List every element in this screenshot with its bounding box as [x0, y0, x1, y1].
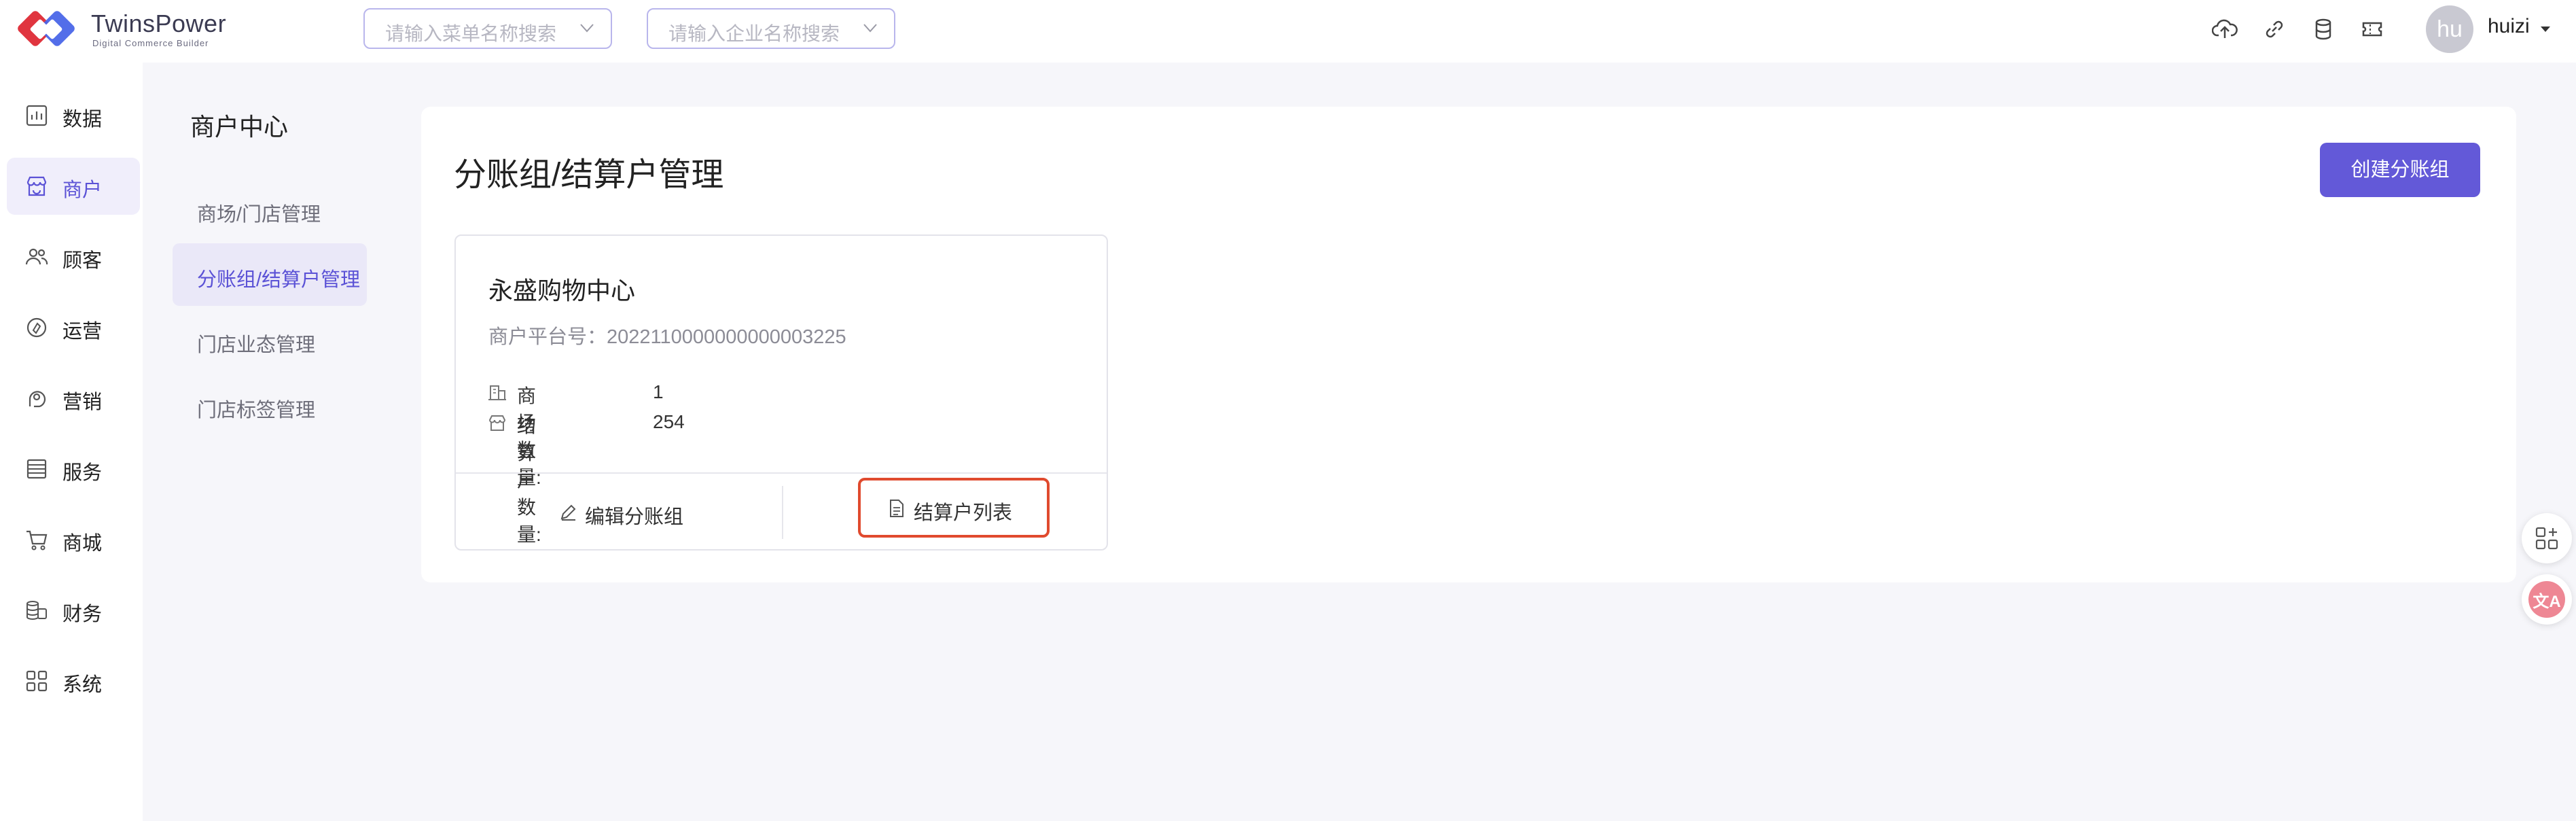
logo-mark-icon [18, 11, 75, 46]
cloud-upload-icon[interactable] [2212, 16, 2238, 42]
document-icon [890, 500, 904, 517]
brand-tagline: Digital Commerce Builder [92, 38, 209, 48]
avatar[interactable]: hu [2426, 5, 2473, 53]
sub-menu-title: 商户中心 [190, 113, 289, 141]
main-panel: 分账组/结算户管理 创建分账组 永盛购物中心 商户平台号：20221100000… [421, 107, 2516, 582]
nav-label: 财务 [62, 604, 103, 625]
action-divider [782, 486, 783, 539]
nav-label: 运营 [62, 321, 103, 343]
menu-search-input[interactable]: 请输入菜单名称搜索 [363, 8, 612, 49]
sub-item-mall-store[interactable]: 商场/门店管理 [173, 178, 367, 241]
nav-item-data[interactable]: 数据 [7, 87, 140, 144]
nav-item-operations[interactable]: 运营 [7, 299, 140, 356]
card-name: 永盛购物中心 [488, 277, 636, 304]
building-icon [488, 385, 506, 400]
stat-value: 1 [653, 381, 664, 402]
apps-add-button[interactable] [2522, 513, 2572, 563]
sub-item-business-format[interactable]: 门店业态管理 [173, 309, 367, 371]
nav-item-finance[interactable]: 财务 [7, 582, 140, 639]
chevron-down-icon [863, 24, 877, 33]
stat-value: 254 [653, 411, 685, 432]
top-bar: TwinsPower Digital Commerce Builder 请输入菜… [0, 0, 2576, 63]
nav-label: 数据 [62, 109, 103, 130]
apps-add-icon [2535, 527, 2558, 550]
shop-icon [26, 176, 47, 196]
sub-item-label: 门店标签管理 [197, 400, 316, 421]
page-title: 分账组/结算户管理 [454, 157, 724, 193]
ticket-icon[interactable] [2359, 16, 2385, 42]
merchant-platform-id: 商户平台号：2022110000000000003225 [488, 326, 846, 348]
chevron-down-icon [580, 24, 594, 33]
edit-icon [560, 504, 576, 521]
username[interactable]: huizi [2488, 15, 2530, 38]
settlement-list-button[interactable]: 结算户列表 [858, 478, 1050, 538]
nav-label: 顾客 [62, 250, 103, 272]
nav-item-marketing[interactable]: 营销 [7, 370, 140, 427]
nav-item-mall[interactable]: 商城 [7, 511, 140, 568]
service-icon [26, 459, 47, 479]
nav-label: 商户 [62, 179, 103, 201]
translate-icon-glyph: 文A [2533, 593, 2561, 611]
operations-icon [26, 317, 47, 338]
edit-split-group-button[interactable]: 编辑分账组 [456, 474, 782, 551]
company-search-placeholder: 请输入企业名称搜索 [668, 23, 840, 44]
edit-split-group-label: 编辑分账组 [585, 506, 684, 528]
logo[interactable]: TwinsPower Digital Commerce Builder [15, 4, 232, 58]
menu-search-placeholder: 请输入菜单名称搜索 [385, 23, 557, 44]
nav-label: 商城 [62, 533, 103, 555]
left-nav: 数据 商户 顾客 运营 营销 服务 商城 财务 系统 [0, 63, 143, 821]
nav-label: 营销 [62, 391, 103, 413]
grid-icon [26, 670, 48, 692]
nav-item-system[interactable]: 系统 [7, 652, 140, 710]
caret-down-icon[interactable] [2539, 24, 2552, 34]
settlement-list-label: 结算户列表 [914, 502, 1013, 524]
nav-item-service[interactable]: 服务 [7, 440, 140, 497]
link-icon[interactable] [2261, 16, 2287, 42]
sub-item-split-group[interactable]: 分账组/结算户管理 [173, 243, 367, 306]
nav-label: 系统 [62, 674, 103, 696]
finance-icon [26, 601, 47, 620]
nav-label: 服务 [62, 462, 103, 484]
cart-icon [26, 530, 48, 551]
sub-item-label: 分账组/结算户管理 [197, 269, 361, 291]
create-split-group-button[interactable]: 创建分账组 [2320, 143, 2480, 197]
marketing-icon [29, 391, 46, 408]
sub-menu: 商户中心 商场/门店管理 分账组/结算户管理 门店业态管理 门店标签管理 [143, 63, 414, 821]
database-icon[interactable] [2310, 16, 2336, 42]
brand-name: TwinsPower [91, 10, 227, 37]
sub-item-label: 门店业态管理 [197, 334, 316, 356]
users-icon [25, 248, 48, 265]
store-icon [488, 415, 506, 431]
split-group-card: 永盛购物中心 商户平台号：2022110000000000003225 商场数量… [454, 234, 1108, 551]
sub-item-label: 商场/门店管理 [197, 204, 321, 226]
nav-item-customer[interactable]: 顾客 [7, 228, 140, 285]
chart-icon [26, 105, 48, 126]
nav-item-merchant[interactable]: 商户 [7, 158, 140, 215]
translate-button[interactable]: 文A [2522, 574, 2572, 625]
sub-item-store-tags[interactable]: 门店标签管理 [173, 374, 367, 436]
company-search-input[interactable]: 请输入企业名称搜索 [647, 8, 895, 49]
